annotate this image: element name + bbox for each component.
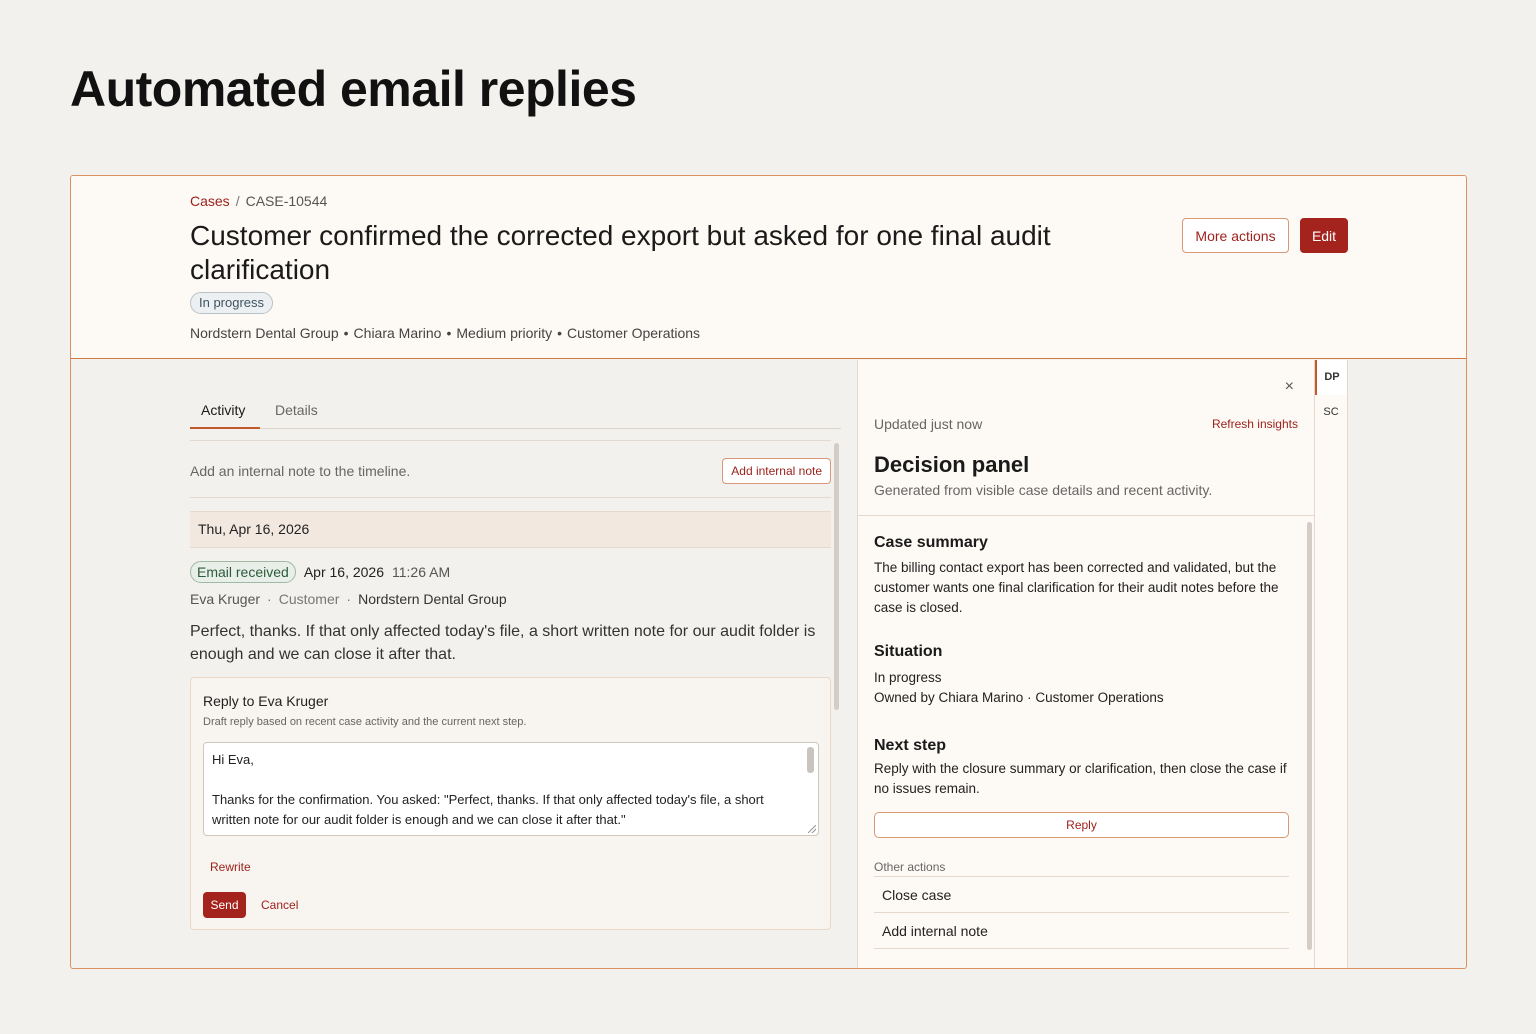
sender-name: Eva Kruger — [190, 591, 261, 607]
case-header: Cases / CASE-10544 Customer confirmed the … — [71, 176, 1466, 359]
reply-subtitle: Draft reply based on recent case activit… — [203, 716, 527, 728]
resize-handle-icon[interactable] — [808, 825, 816, 833]
decision-panel: × Updated just now Refresh insights Deci… — [857, 360, 1315, 968]
add-internal-note-button[interactable]: Add internal note — [722, 458, 831, 484]
breadcrumb: Cases / CASE-10544 — [190, 193, 327, 209]
reply-greeting: Hi Eva, — [212, 752, 254, 767]
event-time: 11:26 AM — [392, 564, 451, 580]
reply-textarea[interactable]: Hi Eva, Thanks for the confirmation. You… — [203, 742, 819, 836]
breadcrumb-separator: / — [235, 193, 240, 209]
situation-title: Situation — [874, 643, 943, 660]
tab-activity[interactable]: Activity — [201, 402, 245, 418]
rail-tab-sc[interactable]: SC — [1315, 395, 1347, 430]
email-sender: Eva Kruger · Customer · Nordstern Dental Gro… — [190, 591, 507, 607]
panel-divider — [858, 515, 1314, 516]
sender-separator: · — [267, 591, 272, 607]
meta-priority: Medium priority — [456, 325, 553, 341]
panel-scrollbar[interactable] — [1307, 522, 1312, 950]
textarea-scrollbar[interactable] — [807, 747, 814, 773]
panel-subtitle: Generated from visible case details and … — [874, 482, 1213, 498]
reply-title: Reply to Eva Kruger — [203, 693, 329, 709]
active-tab-indicator — [190, 427, 260, 429]
edit-button[interactable]: Edit — [1300, 218, 1348, 253]
situation-owner: Owned by Chiara Marino · Customer Operat… — [874, 690, 1164, 705]
status-badge: In progress — [190, 292, 274, 314]
other-actions-list: Close case Add internal note — [874, 876, 1289, 949]
send-button[interactable]: Send — [203, 892, 246, 918]
reply-composer: Reply to Eva Kruger Draft reply based on… — [190, 677, 831, 930]
cancel-button[interactable]: Cancel — [261, 898, 298, 912]
activity-scrollbar[interactable] — [834, 443, 839, 710]
meta-team: Customer Operations — [567, 325, 701, 341]
email-body: Perfect, thanks. If that only affected t… — [190, 623, 816, 663]
other-actions-label: Other actions — [874, 860, 946, 874]
rail-tab-decision-panel[interactable]: DP — [1315, 360, 1347, 395]
panel-title: Decision panel — [874, 452, 1030, 477]
case-summary-text: The billing contact export has been corr… — [874, 560, 1279, 615]
breadcrumb-cases-link[interactable]: Cases — [190, 193, 230, 209]
email-received-badge: Email received — [190, 561, 296, 583]
internal-note-bar: Add an internal note to the timeline. Ad… — [190, 440, 831, 498]
event-date: Apr 16, 2026 — [303, 564, 384, 580]
meta-organization: Nordstern Dental Group — [190, 325, 339, 341]
sender-organization: Nordstern Dental Group — [358, 591, 507, 607]
case-meta: Nordstern Dental Group • Chiara Marino • Med… — [190, 325, 700, 341]
meta-separator: • — [557, 325, 562, 341]
more-actions-button[interactable]: More actions — [1182, 218, 1289, 253]
close-icon[interactable]: × — [1285, 378, 1294, 396]
meta-separator: • — [343, 325, 349, 341]
rewrite-button[interactable]: Rewrite — [210, 860, 251, 874]
next-step-title: Next step — [874, 737, 947, 754]
refresh-insights-link[interactable]: Refresh insights — [1212, 417, 1298, 431]
close-case-action[interactable]: Close case — [874, 877, 1289, 913]
internal-note-hint: Add an internal note to the timeline. — [190, 463, 411, 479]
side-rail: DP SC — [1315, 360, 1348, 968]
updated-timestamp: Updated just now — [874, 416, 983, 432]
sender-role: Customer — [278, 591, 340, 607]
case-frame: Cases / CASE-10544 Customer confirmed the … — [70, 175, 1467, 969]
case-title: Customer confirmed the corrected export … — [190, 220, 1051, 285]
sender-separator: · — [346, 591, 352, 607]
page-title: Automated email replies — [70, 61, 637, 117]
next-step-text: Reply with the closure summary or clarif… — [874, 761, 1287, 796]
situation-status: In progress — [874, 670, 942, 685]
reply-button[interactable]: Reply — [874, 812, 1289, 838]
tab-details[interactable]: Details — [275, 402, 318, 418]
activity-tabs: Activity Details — [190, 396, 841, 429]
breadcrumb-current: CASE-10544 — [245, 193, 328, 209]
reply-draft-text: Thanks for the confirmation. You asked: … — [212, 792, 764, 827]
meta-separator: • — [446, 325, 452, 341]
meta-owner: Chiara Marino — [353, 325, 442, 341]
add-internal-note-action[interactable]: Add internal note — [874, 913, 1289, 949]
timeline-event-header: Email received Apr 16, 2026 11:26 AM — [190, 561, 450, 583]
timeline-date-header: Thu, Apr 16, 2026 — [190, 511, 831, 548]
case-summary-title: Case summary — [874, 534, 988, 551]
